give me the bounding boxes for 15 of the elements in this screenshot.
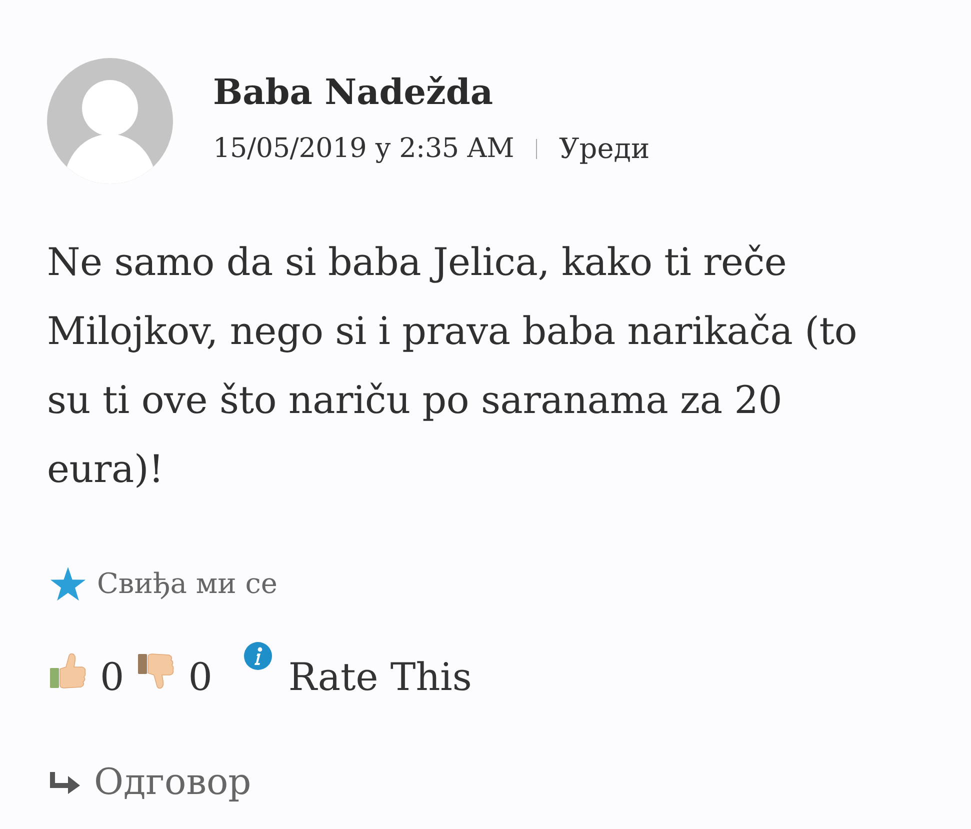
comment-text: Ne samo da si baba Jelica, kako ti reče Milojkov, nego si i prava baba narikača (to su ti ove što nariču po saranama za 20 eura)!	[47, 239, 858, 493]
info-icon[interactable]	[244, 642, 272, 670]
comment-date: 15/05/2019 у 2:35 AM	[213, 132, 514, 166]
author-name: Baba Nadežda	[213, 72, 494, 114]
rate-this-link[interactable]: Rate This	[288, 654, 472, 700]
dislike-count: 0	[188, 654, 212, 700]
edit-link[interactable]: Уреди	[559, 132, 650, 166]
reply-link[interactable]: Одговор	[94, 760, 252, 806]
thumbs-down-icon[interactable]	[138, 653, 174, 689]
like-link[interactable]: Свиђа ми се	[97, 566, 278, 602]
like-count: 0	[100, 654, 124, 700]
reply-arrow-icon[interactable]	[50, 772, 80, 794]
star-icon[interactable]	[50, 567, 86, 601]
avatar-silhouette-icon	[47, 58, 173, 184]
thumbs-up-icon[interactable]	[50, 653, 86, 689]
